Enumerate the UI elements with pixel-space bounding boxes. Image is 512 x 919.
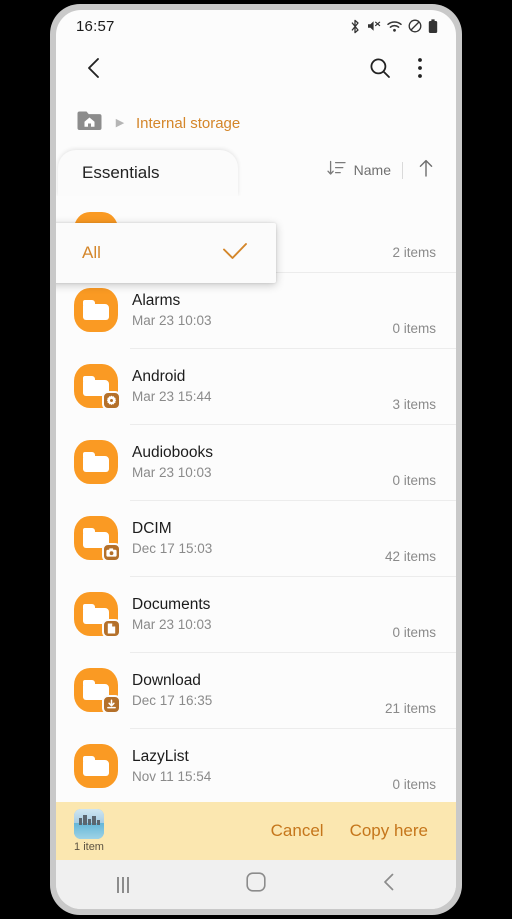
file-text: Documents Mar 23 10:03 bbox=[132, 596, 392, 632]
arrow-up-icon bbox=[417, 158, 435, 183]
sort-by-button[interactable]: Name bbox=[326, 159, 391, 182]
file-text: Audiobooks Mar 23 10:03 bbox=[132, 444, 392, 480]
device-frame: 16:57 ▶ Internal storage Essentials Name… bbox=[50, 4, 462, 915]
file-text: Download Dec 17 16:35 bbox=[132, 672, 385, 708]
folder-icon bbox=[74, 440, 118, 484]
cancel-button[interactable]: Cancel bbox=[261, 815, 334, 847]
check-icon bbox=[220, 240, 250, 267]
tab-sort-row: Essentials Name bbox=[56, 148, 456, 196]
file-date: Mar 23 10:03 bbox=[132, 465, 212, 480]
home-folder-icon bbox=[76, 109, 104, 138]
folder-icon bbox=[74, 668, 121, 714]
sort-divider bbox=[402, 161, 403, 179]
file-count: 2 items bbox=[392, 245, 436, 260]
sort-descending-icon bbox=[326, 159, 346, 182]
file-text: Android Mar 23 15:44 bbox=[132, 368, 392, 404]
download-badge-icon bbox=[102, 695, 121, 714]
file-count: 0 items bbox=[392, 321, 436, 336]
sort-controls: Name bbox=[326, 158, 438, 196]
table-row[interactable]: Documents Mar 23 10:03 0 items bbox=[56, 576, 456, 652]
file-count: 21 items bbox=[384, 701, 436, 716]
file-date: Dec 17 15:03 bbox=[132, 541, 213, 556]
search-icon bbox=[368, 56, 392, 85]
wifi-icon bbox=[387, 20, 402, 33]
bluetooth-icon bbox=[349, 19, 361, 34]
breadcrumb-home-button[interactable] bbox=[76, 110, 104, 136]
file-count: 3 items bbox=[392, 397, 436, 412]
table-row[interactable]: DCIM Dec 17 15:03 42 items bbox=[56, 500, 456, 576]
folder-icon bbox=[74, 744, 118, 788]
table-row[interactable]: Alarms Mar 23 10:03 0 items bbox=[56, 272, 456, 348]
breadcrumb-current-path[interactable]: Internal storage bbox=[136, 115, 240, 132]
mute-icon bbox=[367, 19, 381, 33]
sort-label: Name bbox=[353, 162, 391, 178]
file-date: Mar 23 10:03 bbox=[132, 617, 212, 632]
file-text: LazyList Nov 11 15:54 bbox=[132, 748, 392, 784]
table-row[interactable]: Audiobooks Mar 23 10:03 0 items bbox=[56, 424, 456, 500]
more-options-button[interactable] bbox=[400, 50, 440, 90]
file-name: LazyList bbox=[132, 748, 189, 765]
breadcrumb: ▶ Internal storage bbox=[56, 98, 456, 148]
phone-screen: 16:57 ▶ Internal storage Essentials Name… bbox=[56, 10, 456, 909]
file-count: 0 items bbox=[392, 777, 436, 792]
document-badge-icon bbox=[102, 619, 121, 638]
nav-back-button[interactable] bbox=[323, 860, 456, 909]
filter-dropdown-all-option[interactable]: All bbox=[56, 223, 276, 283]
back-chevron-icon bbox=[381, 872, 397, 897]
selection-count: 1 item bbox=[74, 841, 104, 853]
folder-icon bbox=[74, 288, 118, 332]
status-clock: 16:57 bbox=[76, 17, 115, 35]
photo-thumbnail bbox=[74, 809, 104, 839]
tab-essentials[interactable]: Essentials bbox=[58, 150, 238, 196]
back-button[interactable] bbox=[74, 50, 114, 90]
file-count: 0 items bbox=[392, 625, 436, 640]
file-text: Alarms Mar 23 10:03 bbox=[132, 292, 392, 328]
nav-home-button[interactable] bbox=[189, 860, 322, 909]
table-row[interactable]: LazyList Nov 11 15:54 0 items bbox=[56, 728, 456, 804]
file-name: Audiobooks bbox=[132, 444, 214, 461]
more-vertical-icon bbox=[417, 57, 423, 84]
file-date: Mar 23 10:03 bbox=[132, 313, 212, 328]
file-date: Mar 23 15:44 bbox=[132, 389, 212, 404]
recents-icon bbox=[116, 876, 129, 893]
file-name: DCIM bbox=[132, 520, 172, 537]
file-list: 2 items Alarms Mar 23 10:03 0 items Andr… bbox=[56, 196, 456, 804]
search-button[interactable] bbox=[360, 50, 400, 90]
file-name: Download bbox=[132, 672, 201, 689]
status-bar: 16:57 bbox=[56, 10, 456, 42]
filter-dropdown-label: All bbox=[82, 243, 101, 262]
file-count: 0 items bbox=[392, 473, 436, 488]
selection-preview[interactable]: 1 item bbox=[74, 809, 104, 853]
copy-here-button[interactable]: Copy here bbox=[340, 815, 438, 847]
camera-badge-icon bbox=[102, 543, 121, 562]
do-not-disturb-icon bbox=[408, 19, 422, 33]
gear-badge-icon bbox=[102, 391, 121, 410]
folder-icon bbox=[74, 516, 121, 562]
battery-icon bbox=[428, 18, 438, 34]
file-name: Android bbox=[132, 368, 186, 385]
table-row[interactable]: Download Dec 17 16:35 21 items bbox=[56, 652, 456, 728]
app-bar bbox=[56, 42, 456, 98]
back-chevron-icon bbox=[83, 55, 105, 86]
home-circle-icon bbox=[246, 872, 266, 897]
file-text: DCIM Dec 17 15:03 bbox=[132, 520, 385, 556]
table-row[interactable]: Android Mar 23 15:44 3 items bbox=[56, 348, 456, 424]
action-bar: 1 item Cancel Copy here bbox=[56, 802, 456, 860]
breadcrumb-separator-icon: ▶ bbox=[115, 116, 125, 129]
tab-essentials-label: Essentials bbox=[82, 163, 160, 182]
file-date: Dec 17 16:35 bbox=[132, 693, 213, 708]
sort-direction-button[interactable] bbox=[414, 158, 438, 182]
file-name: Alarms bbox=[132, 292, 181, 309]
status-icon-group bbox=[349, 18, 438, 34]
file-date: Nov 11 15:54 bbox=[132, 769, 212, 784]
nav-recents-button[interactable] bbox=[56, 860, 189, 909]
nav-bar bbox=[56, 860, 456, 909]
file-count: 42 items bbox=[384, 549, 436, 564]
folder-icon bbox=[74, 364, 121, 410]
folder-icon bbox=[74, 592, 121, 638]
file-name: Documents bbox=[132, 596, 211, 613]
